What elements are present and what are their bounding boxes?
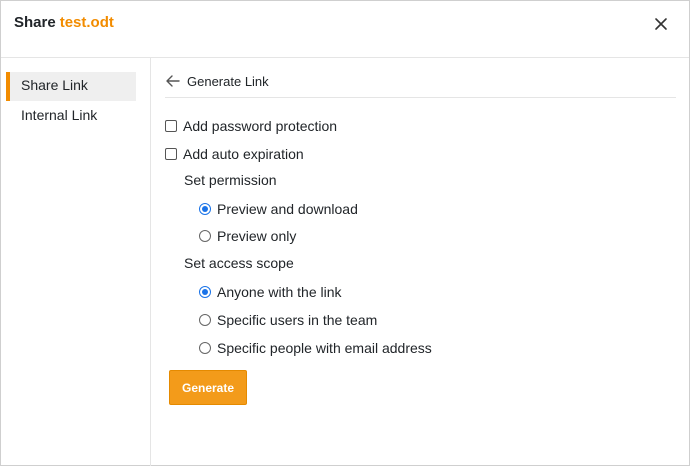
dialog-title: Share test.odt: [14, 14, 114, 31]
radio-specific-users[interactable]: [199, 314, 211, 326]
file-name: test.odt: [59, 14, 114, 31]
sidebar-item-label: Share Link: [21, 77, 88, 93]
permission-heading: Set permission: [184, 172, 277, 188]
radio-preview-only[interactable]: [199, 230, 211, 242]
permission-preview-download[interactable]: Preview and download: [199, 199, 358, 219]
radio-label: Preview only: [217, 228, 297, 244]
share-link-panel: Generate Link Add password protection Ad…: [165, 58, 676, 466]
title-prefix: Share: [14, 14, 56, 31]
radio-specific-emails[interactable]: [199, 342, 211, 354]
close-icon: [655, 18, 667, 30]
radio-label: Specific people with email address: [217, 340, 432, 356]
radio-anyone-with-link[interactable]: [199, 286, 211, 298]
radio-label: Anyone with the link: [217, 284, 342, 300]
radio-label: Preview and download: [217, 201, 358, 217]
close-button[interactable]: [651, 14, 671, 34]
password-checkbox[interactable]: [165, 120, 177, 132]
expiration-label: Add auto expiration: [183, 146, 304, 162]
auto-expiration-option[interactable]: Add auto expiration: [165, 144, 304, 164]
scope-specific-users[interactable]: Specific users in the team: [199, 310, 377, 330]
scope-specific-emails[interactable]: Specific people with email address: [199, 338, 432, 358]
sidebar-item-label: Internal Link: [21, 107, 98, 123]
radio-preview-download[interactable]: [199, 203, 211, 215]
generate-link-heading: Generate Link: [187, 74, 269, 89]
share-dialog: Share test.odt Share Link Internal Link G…: [0, 0, 690, 466]
dialog-header: Share test.odt: [1, 1, 689, 58]
radio-label: Specific users in the team: [217, 312, 378, 328]
generate-button[interactable]: Generate: [169, 370, 247, 405]
sidebar-item-share-link[interactable]: Share Link: [6, 72, 136, 101]
panel-header: Generate Link: [165, 69, 676, 98]
scope-anyone-with-link[interactable]: Anyone with the link: [199, 282, 342, 302]
expiration-checkbox[interactable]: [165, 148, 177, 160]
arrow-left-icon[interactable]: [165, 73, 181, 89]
permission-preview-only[interactable]: Preview only: [199, 226, 296, 246]
access-scope-heading: Set access scope: [184, 255, 294, 271]
password-protection-option[interactable]: Add password protection: [165, 116, 337, 136]
sidebar: Share Link Internal Link: [1, 58, 151, 466]
sidebar-item-internal-link[interactable]: Internal Link: [6, 102, 136, 131]
password-label: Add password protection: [183, 118, 338, 134]
